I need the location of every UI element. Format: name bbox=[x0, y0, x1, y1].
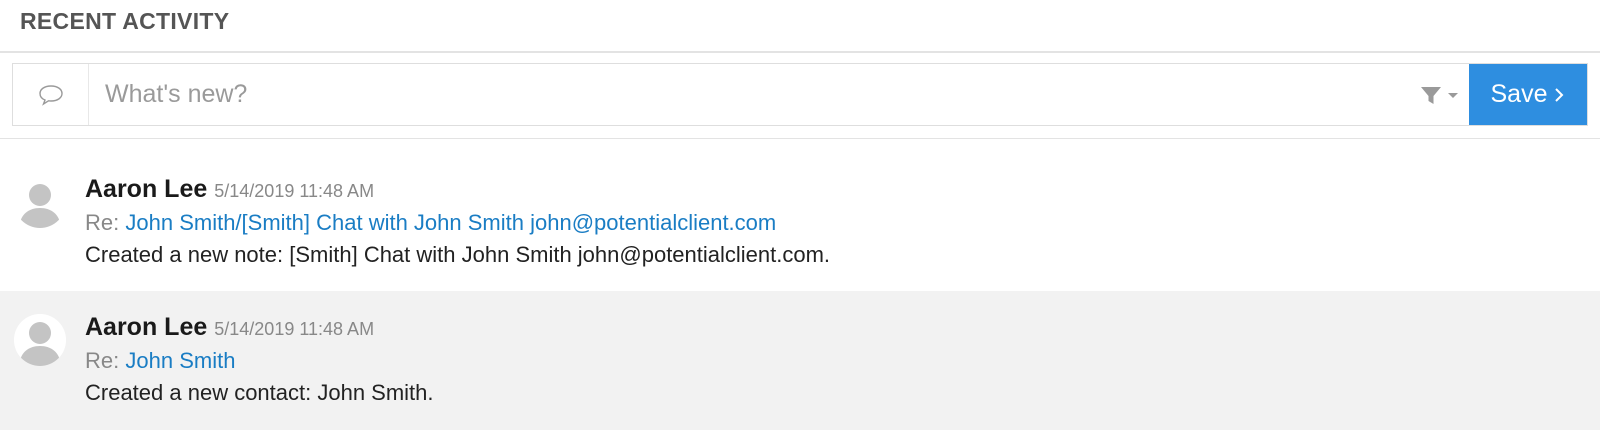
author-name[interactable]: Aaron Lee bbox=[85, 311, 207, 343]
filter-dropdown-button[interactable] bbox=[1411, 64, 1469, 125]
re-prefix: Re: bbox=[85, 210, 120, 235]
activity-timestamp: 5/14/2019 11:48 AM bbox=[214, 181, 375, 201]
avatar[interactable] bbox=[14, 314, 66, 366]
activity-timestamp: 5/14/2019 11:48 AM bbox=[214, 319, 375, 339]
chevron-right-icon bbox=[1555, 87, 1564, 102]
recent-activity-header: RECENT ACTIVITY bbox=[0, 0, 1600, 53]
activity-feed: Aaron Lee 5/14/2019 11:48 AM Re: John Sm… bbox=[0, 139, 1600, 430]
save-button[interactable]: Save bbox=[1469, 64, 1587, 125]
related-record-link[interactable]: John Smith/[Smith] Chat with John Smith … bbox=[125, 210, 776, 235]
author-name[interactable]: Aaron Lee bbox=[85, 173, 207, 205]
related-record-link[interactable]: John Smith bbox=[125, 348, 235, 373]
activity-message: Created a new note: [Smith] Chat with Jo… bbox=[85, 242, 831, 267]
filter-icon bbox=[1421, 86, 1458, 104]
status-composer: Save bbox=[12, 63, 1588, 126]
save-button-label: Save bbox=[1490, 80, 1548, 108]
avatar[interactable] bbox=[14, 176, 66, 228]
activity-message: Created a new contact: John Smith. bbox=[85, 380, 434, 405]
activity-item: Aaron Lee 5/14/2019 11:48 AM Re: John Sm… bbox=[0, 139, 1600, 291]
whats-new-input[interactable] bbox=[89, 64, 1411, 125]
page-title: RECENT ACTIVITY bbox=[20, 8, 230, 34]
re-prefix: Re: bbox=[85, 348, 120, 373]
activity-item: Aaron Lee 5/14/2019 11:48 AM Re: John Sm… bbox=[0, 291, 1600, 430]
composer-area: Save bbox=[0, 53, 1600, 139]
speech-bubble-icon bbox=[13, 64, 89, 125]
